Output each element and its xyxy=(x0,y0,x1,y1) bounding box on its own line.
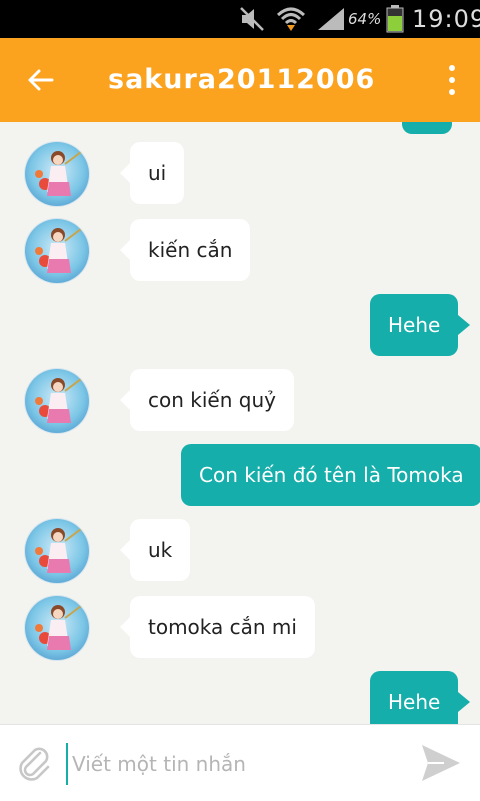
more-vert-icon xyxy=(449,65,455,71)
mute-icon xyxy=(238,0,266,38)
message-list[interactable]: ui kiến cắn Hehe con kiến quỷ Con kiến đ… xyxy=(0,122,480,724)
battery-icon xyxy=(386,0,404,38)
battery-percent: 64% xyxy=(348,10,382,28)
message-bubble-incoming[interactable]: con kiến quỷ xyxy=(120,369,294,431)
back-button[interactable] xyxy=(16,58,64,102)
more-vert-icon-dot xyxy=(449,77,455,83)
message-bubble-incoming[interactable]: ui xyxy=(119,142,185,204)
avatar xyxy=(25,219,89,283)
avatar-image xyxy=(35,378,82,423)
message-bubble-incoming[interactable]: uk xyxy=(119,519,191,581)
avatar-image xyxy=(35,605,82,650)
send-icon xyxy=(422,745,460,781)
avatar xyxy=(25,369,89,433)
avatar xyxy=(25,142,89,206)
wifi-icon xyxy=(276,0,306,38)
avatar-image xyxy=(35,228,82,273)
avatar xyxy=(25,519,89,583)
app-bar: sakura20112006 xyxy=(0,38,480,122)
attach-button[interactable] xyxy=(14,743,54,783)
status-bar: 64% 19:09 xyxy=(0,0,480,38)
send-button[interactable] xyxy=(418,741,464,785)
message-input[interactable] xyxy=(66,743,404,785)
message-bubble-outgoing[interactable]: Con kiến đó tên là Tomoka xyxy=(181,444,480,506)
message-bubble-incoming[interactable]: kiến cắn xyxy=(119,219,251,281)
clock: 19:09 xyxy=(412,5,480,33)
avatar xyxy=(25,596,89,660)
message-bubble-outgoing[interactable]: Hehe xyxy=(370,294,471,356)
composer-bar xyxy=(0,724,480,801)
more-vert-icon-dot xyxy=(449,89,455,95)
paperclip-icon xyxy=(19,747,50,781)
arrow-left-icon xyxy=(28,69,54,91)
chat-title: sakura20112006 xyxy=(108,64,376,95)
signal-icon xyxy=(316,0,346,38)
message-bubble-outgoing[interactable]: Hehe xyxy=(370,671,471,724)
overflow-menu-button[interactable] xyxy=(440,58,464,102)
avatar-image xyxy=(35,528,82,573)
message-bubble-incoming[interactable]: tomoka cắn mi xyxy=(120,596,315,658)
avatar-image xyxy=(35,151,82,196)
message-bubble-outgoing-partial xyxy=(402,122,452,134)
